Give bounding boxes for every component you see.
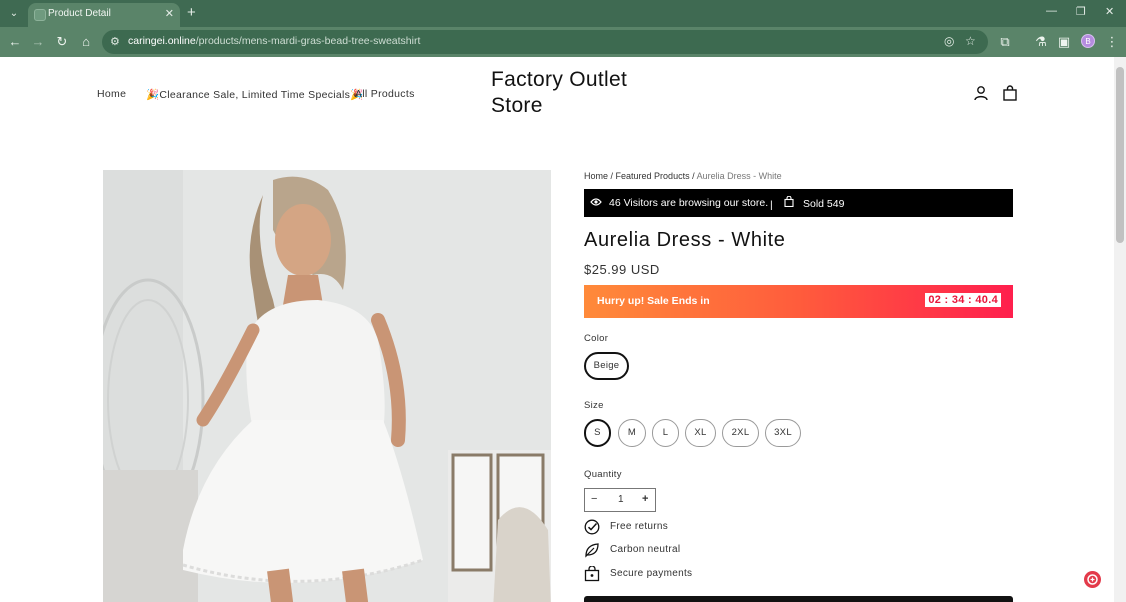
visitor-bar: 46 Visitors are browsing our store. | So… [584,189,1013,217]
url-text: caringei.online/products/mens-mardi-gras… [128,35,421,47]
quantity-input[interactable]: 1 [618,494,624,505]
address-bar[interactable]: ⚙ caringei.online/products/mens-mardi-gr… [102,30,988,54]
browser-toolbar: ← → ↻ ⌂ ⚙ caringei.online/products/mens-… [0,27,1126,57]
scrollbar-thumb[interactable] [1116,67,1124,243]
product-image[interactable] [103,170,551,602]
size-option-xl[interactable]: XL [685,419,716,447]
logo-line-1: Factory Outlet [491,68,628,91]
cart-bag-icon[interactable] [1002,85,1018,101]
lock-box-icon [584,566,600,582]
breadcrumb-home[interactable]: Home [584,171,608,181]
quantity-stepper: − 1 + [584,488,656,512]
browser-tab-strip: ⌄ Product Detail ✕ + — ❐ ✕ [0,0,1126,27]
nav-home[interactable]: Home [97,88,126,100]
visitors-text: 46 Visitors are browsing our store. [609,197,769,209]
nav-clearance-sale[interactable]: 🎉Clearance Sale, Limited Time Specials🎉 [146,88,364,101]
size-option-2xl[interactable]: 2XL [722,419,759,447]
chat-help-button[interactable] [1084,571,1101,588]
window-close-icon[interactable]: ✕ [1105,5,1114,18]
web-page: Home 🎉Clearance Sale, Limited Time Speci… [0,57,1114,602]
tab-search-icon[interactable]: ⌄ [6,6,22,22]
home-icon[interactable]: ⌂ [78,34,94,50]
logo-line-2: Store [491,94,543,117]
extensions-icon[interactable]: ⧉ [997,34,1013,50]
size-option-s[interactable]: S [584,419,611,447]
countdown-timer: 02 : 34 : 40.4 [925,293,1001,307]
bookmark-star-icon[interactable]: ☆ [965,34,976,48]
size-option-3xl[interactable]: 3XL [765,419,801,447]
reload-icon[interactable]: ↻ [54,34,70,50]
site-info-icon[interactable]: ⚙ [110,35,120,48]
tab-close-icon[interactable]: ✕ [165,7,174,20]
chat-bubble-icon [1087,574,1098,585]
account-icon[interactable] [973,85,989,101]
size-label: Size [584,400,604,411]
quantity-minus-button[interactable]: − [591,493,597,505]
restore-icon[interactable]: ❐ [1076,5,1086,18]
feature-label: Secure payments [610,568,693,579]
eye-off-icon[interactable]: ◎ [944,34,954,48]
sale-countdown-bar: Hurry up! Sale Ends in 02 : 34 : 40.4 [584,285,1013,318]
page-scrollbar[interactable] [1114,57,1126,602]
size-option-m[interactable]: M [618,419,646,447]
color-option-beige[interactable]: Beige [584,352,629,380]
tab-title: Product Detail [48,8,111,19]
feature-label: Free returns [610,521,669,532]
new-tab-icon[interactable]: + [187,4,196,22]
menu-kebab-icon[interactable]: ⋮ [1104,34,1120,50]
minimize-icon[interactable]: — [1046,5,1057,17]
breadcrumb-featured[interactable]: Featured Products [616,171,690,181]
side-panel-icon[interactable]: ▣ [1056,34,1072,50]
nav-all-products[interactable]: All Products [355,88,415,100]
shopping-bag-icon [784,196,794,207]
eye-icon [590,198,602,206]
product-title: Aurelia Dress - White [584,229,786,251]
sold-count: Sold 549 [803,198,845,210]
back-icon[interactable]: ← [7,34,23,50]
breadcrumb-current: Aurelia Dress - White [696,171,782,181]
leaf-icon [585,543,599,558]
checkmark-circle-icon [584,519,600,535]
visitor-bar-divider: | [770,199,773,211]
breadcrumb-separator: / [689,171,697,181]
dress-photo-illustration [103,170,551,602]
product-price: $25.99 USD [584,262,660,277]
favicon-icon [34,9,46,21]
sale-label: Hurry up! Sale Ends in [597,295,710,307]
forward-icon[interactable]: → [30,34,46,50]
breadcrumb: Home / Featured Products / Aurelia Dress… [584,171,782,181]
quantity-label: Quantity [584,469,622,480]
size-option-l[interactable]: L [652,419,679,447]
feature-label: Carbon neutral [610,544,681,555]
labs-icon[interactable]: ⚗ [1033,34,1049,50]
store-logo[interactable]: Factory Outlet Store [491,67,641,119]
add-to-cart-button[interactable] [584,596,1013,602]
browser-tab[interactable]: Product Detail ✕ [28,3,180,27]
quantity-plus-button[interactable]: + [642,493,648,505]
profile-avatar[interactable]: B [1081,34,1095,48]
color-label: Color [584,333,609,344]
breadcrumb-separator: / [608,171,616,181]
